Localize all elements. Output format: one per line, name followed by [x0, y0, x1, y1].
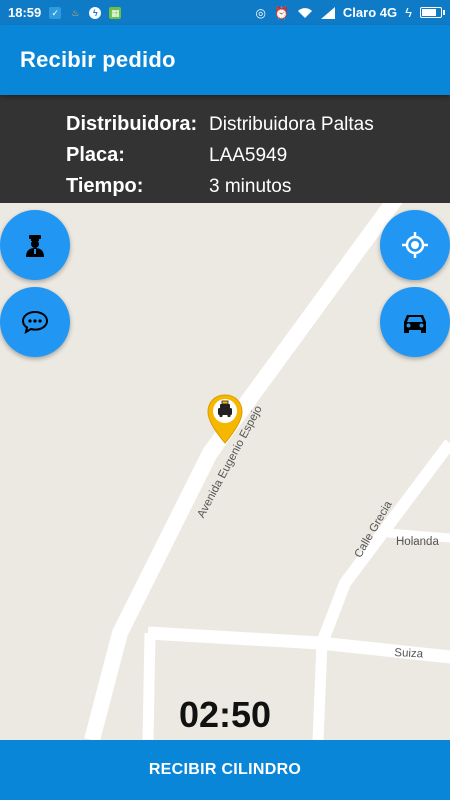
driver-button[interactable] [0, 210, 70, 280]
info-row-placa: Placa: LAA5949 [66, 140, 450, 171]
info-row-tiempo: Tiempo: 3 minutos [66, 171, 450, 202]
shield-icon: ✓ [49, 6, 62, 19]
street-label-suiza: Suiza [394, 647, 424, 661]
status-time: 18:59 [8, 5, 42, 20]
app-bar: Recibir pedido [0, 25, 450, 95]
status-bar: 18:59 ✓ ♨ ϟ ▦ ◎ ⏰ Claro 4G ϟ [0, 0, 450, 25]
wifi-icon [297, 7, 312, 18]
recibir-cilindro-button[interactable]: RECIBIR CILINDRO [0, 740, 450, 800]
charging-icon: ϟ [405, 5, 412, 20]
page-title: Recibir pedido [20, 47, 176, 72]
messenger-icon: ϟ [89, 6, 102, 19]
map-view[interactable]: Avenida Eugenio Espejo Calle Grecia Hola… [0, 203, 450, 740]
taxi-marker-icon[interactable] [206, 393, 244, 445]
street-label-holanda: Holanda [396, 536, 439, 548]
fire-icon: ♨ [71, 7, 80, 18]
driver-icon [26, 235, 44, 257]
battery-level [422, 9, 437, 16]
app-icon: ▦ [109, 6, 122, 19]
chat-icon [21, 310, 49, 335]
info-row-distribuidora: Distribuidora: Distribuidora Paltas [66, 109, 450, 140]
car-icon [404, 315, 426, 333]
carrier-label: Claro 4G [342, 5, 398, 20]
distribuidora-label: Distribuidora: [66, 113, 198, 135]
tiempo-label: Tiempo: [66, 175, 144, 197]
signal-icon [320, 6, 335, 19]
car-button[interactable] [380, 287, 450, 357]
order-info-panel: Distribuidora: Distribuidora Paltas Plac… [0, 95, 450, 203]
placa-label: Placa: [66, 144, 125, 166]
nfc-icon: ◎ [255, 5, 266, 20]
status-system-icons: ◎ ⏰ Claro 4G ϟ [255, 5, 445, 20]
chat-button[interactable] [0, 287, 70, 357]
alarm-icon: ⏰ [273, 5, 289, 20]
placa-value: LAA5949 [209, 144, 288, 166]
my-location-icon [402, 232, 428, 258]
distribuidora-value: Distribuidora Paltas [209, 113, 374, 135]
tiempo-value: 3 minutos [209, 175, 292, 197]
my-location-button[interactable] [380, 210, 450, 280]
battery-icon [420, 7, 445, 18]
countdown-timer: 02:50 [178, 694, 272, 735]
